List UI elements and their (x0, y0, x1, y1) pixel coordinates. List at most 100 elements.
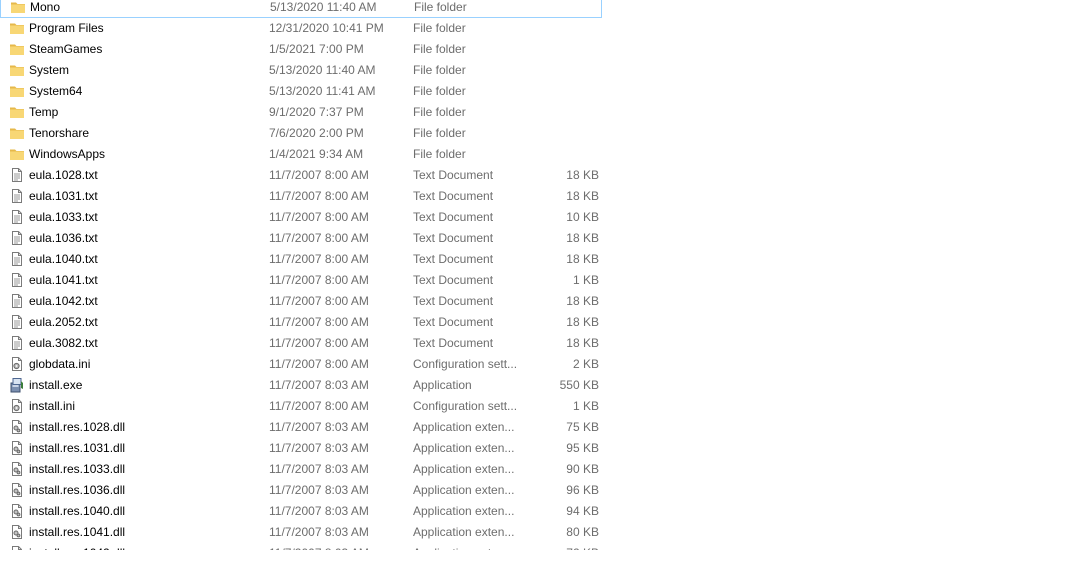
file-row-eula-1036-txt[interactable]: eula.1036.txt 11/7/2007 8:00 AM Text Docum… (0, 228, 602, 249)
date-modified: 11/7/2007 8:03 AM (269, 483, 369, 497)
file-row-install-res-1031-dll[interactable]: install.res.1031.dll 11/7/2007 8:03 AM App… (0, 438, 602, 459)
date-modified: 1/5/2021 7:00 PM (269, 42, 364, 56)
file-row-eula-1042-txt[interactable]: eula.1042.txt 11/7/2007 8:00 AM Text Docum… (0, 291, 602, 312)
file-name: install.res.1041.dll (29, 525, 126, 539)
file-name: eula.2052.txt (29, 315, 98, 329)
file-row-install-res-1040-dll[interactable]: install.res.1040.dll 11/7/2007 8:03 AM App… (0, 501, 602, 522)
file-type: File folder (413, 84, 466, 98)
file-size: 72 KB (520, 543, 599, 550)
file-name: eula.1033.txt (29, 210, 98, 224)
file-row-system[interactable]: System 5/13/2020 11:40 AM File folder (0, 60, 602, 81)
file-name: install.exe (29, 378, 83, 392)
file-name: install.res.1031.dll (29, 441, 126, 455)
date-modified: 11/7/2007 8:00 AM (269, 231, 369, 245)
file-type: Configuration sett... (413, 357, 518, 371)
file-row-eula-1031-txt[interactable]: eula.1031.txt 11/7/2007 8:00 AM Text Docum… (0, 186, 602, 207)
file-size: 18 KB (566, 294, 599, 308)
file-type: Text Document (413, 294, 494, 308)
file-name: install.res.1033.dll (29, 462, 126, 476)
file-size: 95 KB (566, 441, 599, 455)
file-name: Mono (30, 0, 61, 14)
file-type: Text Document (413, 273, 494, 287)
date-modified: 11/7/2007 8:03 AM (269, 543, 409, 550)
file-list: Mono 5/13/2020 11:40 AM File folder Program… (0, 0, 700, 550)
file-type: Text Document (413, 336, 494, 350)
date-modified: 1/4/2021 9:34 AM (269, 147, 364, 161)
date-modified: 9/1/2020 7:37 PM (269, 105, 364, 119)
file-name: eula.1042.txt (29, 294, 98, 308)
file-row-globdata-ini[interactable]: globdata.ini 11/7/2007 8:00 AM Configurati… (0, 354, 602, 375)
file-name: WindowsApps (29, 147, 106, 161)
file-name: install.res.1036.dll (29, 483, 126, 497)
file-row-install-exe[interactable]: install.exe 11/7/2007 8:03 AM Application 5… (0, 375, 602, 396)
file-row-eula-1041-txt[interactable]: eula.1041.txt 11/7/2007 8:00 AM Text Docum… (0, 270, 602, 291)
file-size: 1 KB (572, 273, 599, 287)
date-modified: 5/13/2020 11:41 AM (269, 84, 376, 98)
file-name: install.res.1040.dll (29, 504, 126, 518)
dll-file-icon (9, 461, 25, 477)
config-file-icon (9, 356, 25, 372)
date-modified: 12/31/2020 10:41 PM (269, 21, 384, 35)
file-type: File folder (414, 0, 467, 14)
date-modified: 11/7/2007 8:00 AM (269, 399, 369, 413)
file-row-install-res-1036-dll[interactable]: install.res.1036.dll 11/7/2007 8:03 AM App… (0, 480, 602, 501)
date-modified: 11/7/2007 8:03 AM (269, 378, 369, 392)
file-name: globdata.ini (29, 357, 91, 371)
text-file-icon (9, 188, 25, 204)
file-type: File folder (413, 105, 466, 119)
file-type: Application exten... (413, 543, 533, 550)
file-row-eula-1028-txt[interactable]: eula.1028.txt 11/7/2007 8:00 AM Text Docum… (0, 165, 602, 186)
folder-icon (9, 41, 25, 57)
file-row-program-files[interactable]: Program Files 12/31/2020 10:41 PM File fol… (0, 18, 602, 39)
text-file-icon (9, 209, 25, 225)
dll-file-icon (9, 545, 25, 550)
file-list-viewport[interactable]: Mono 5/13/2020 11:40 AM File folder Program… (0, 0, 1076, 550)
date-modified: 7/6/2020 2:00 PM (269, 126, 364, 140)
file-size: 10 KB (566, 210, 599, 224)
date-modified: 11/7/2007 8:03 AM (269, 525, 369, 539)
file-name: install.res.1028.dll (29, 420, 126, 434)
file-row-eula-1040-txt[interactable]: eula.1040.txt 11/7/2007 8:00 AM Text Docum… (0, 249, 602, 270)
file-type: Configuration sett... (413, 399, 518, 413)
file-row-system64[interactable]: System64 5/13/2020 11:41 AM File folder (0, 81, 602, 102)
file-row-windowsapps[interactable]: WindowsApps 1/4/2021 9:34 AM File folder (0, 144, 602, 165)
date-modified: 11/7/2007 8:00 AM (269, 189, 369, 203)
file-row-temp[interactable]: Temp 9/1/2020 7:37 PM File folder (0, 102, 602, 123)
file-type: Application exten... (413, 504, 515, 518)
file-name: eula.1036.txt (29, 231, 98, 245)
date-modified: 11/7/2007 8:00 AM (269, 273, 369, 287)
file-row-mono[interactable]: Mono 5/13/2020 11:40 AM File folder (0, 0, 602, 18)
file-row-install-ini[interactable]: install.ini 11/7/2007 8:00 AM Configuratio… (0, 396, 602, 417)
file-type: Text Document (413, 210, 494, 224)
date-modified: 5/13/2020 11:40 AM (270, 0, 377, 14)
file-size: 2 KB (572, 357, 599, 371)
file-row-install-res-1041-dll[interactable]: install.res.1041.dll 11/7/2007 8:03 AM App… (0, 522, 602, 543)
file-type: Application exten... (413, 483, 515, 497)
file-type: Application exten... (413, 525, 515, 539)
file-type: Text Document (413, 231, 494, 245)
file-name: install.res.1042.dll (29, 543, 259, 550)
file-row-install-res-1033-dll[interactable]: install.res.1033.dll 11/7/2007 8:03 AM App… (0, 459, 602, 480)
file-type: File folder (413, 42, 466, 56)
file-row-eula-2052-txt[interactable]: eula.2052.txt 11/7/2007 8:00 AM Text Docum… (0, 312, 602, 333)
date-modified: 11/7/2007 8:03 AM (269, 420, 369, 434)
folder-icon (9, 62, 25, 78)
dll-file-icon (9, 524, 25, 540)
file-row-install-res-1028-dll[interactable]: install.res.1028.dll 11/7/2007 8:03 AM App… (0, 417, 602, 438)
file-name: eula.1028.txt (29, 168, 98, 182)
file-row-tenorshare[interactable]: Tenorshare 7/6/2020 2:00 PM File folder (0, 123, 602, 144)
folder-icon (9, 146, 25, 162)
file-size: 550 KB (559, 378, 599, 392)
file-row-install-res-1042-dll[interactable]: install.res.1042.dll 11/7/2007 8:03 AM App… (0, 543, 602, 550)
date-modified: 11/7/2007 8:03 AM (269, 462, 369, 476)
text-file-icon (9, 314, 25, 330)
file-type: Text Document (413, 168, 494, 182)
file-type: File folder (413, 126, 466, 140)
file-size: 1 KB (572, 399, 599, 413)
file-row-eula-3082-txt[interactable]: eula.3082.txt 11/7/2007 8:00 AM Text Docum… (0, 333, 602, 354)
file-row-steamgames[interactable]: SteamGames 1/5/2021 7:00 PM File folder (0, 39, 602, 60)
dll-file-icon (9, 440, 25, 456)
file-type: Application exten... (413, 462, 515, 476)
file-type: Text Document (413, 189, 494, 203)
file-row-eula-1033-txt[interactable]: eula.1033.txt 11/7/2007 8:00 AM Text Docum… (0, 207, 602, 228)
